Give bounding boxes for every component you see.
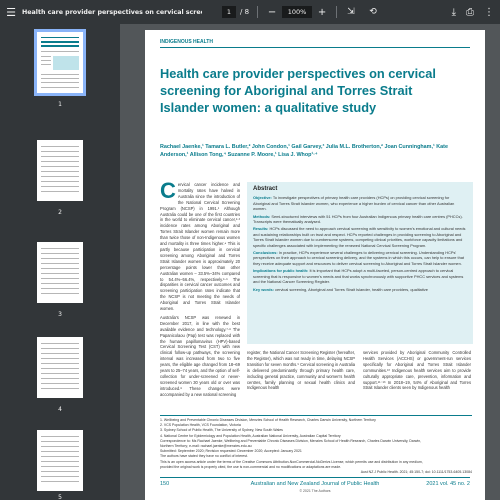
page-number-input[interactable]: 1	[222, 6, 236, 18]
drop-cap: C	[160, 182, 176, 203]
page-total: / 8	[240, 8, 250, 16]
abstract-results-label: Results:	[253, 226, 269, 232]
download-icon[interactable]: ⤓	[452, 7, 456, 18]
abstract-heading: Abstract	[253, 186, 278, 192]
more-vert-icon[interactable]: ⋮	[484, 7, 494, 18]
print-icon[interactable]: ⎙	[466, 7, 474, 18]
abstract-objective-label: Objective:	[253, 195, 272, 201]
abstract-box: Abstract Objective: To investigate persp…	[247, 182, 473, 344]
page-thumbnail-4[interactable]	[37, 337, 83, 398]
abstract-methods: Semi-structured interviews with 51 HCPs …	[253, 213, 463, 225]
thumbnail-label: 1	[58, 101, 62, 108]
copyright: © 2021 The Authors	[299, 489, 331, 493]
abstract-implications-label: Implications for public health:	[253, 268, 309, 274]
page-indicator: 1 / 8	[222, 6, 249, 18]
abstract-methods-label: Methods:	[253, 213, 271, 219]
zoom-in-button[interactable]: +	[316, 7, 328, 18]
body-paragraph: Australia's NCSP was renewed in December…	[160, 314, 240, 397]
page-thumbnail-1[interactable]	[34, 29, 86, 96]
footnotes: 1. Wellbeing and Preventable Chronic Dis…	[160, 415, 472, 475]
abstract-conclusions: In practice, HCPs experience several cha…	[253, 250, 464, 266]
thumbnail-label: 5	[58, 494, 62, 500]
footer-rule	[160, 477, 470, 478]
thumbnail-sidebar: 1 2 3 4 5	[0, 24, 120, 500]
page-thumbnail-2[interactable]	[37, 140, 83, 201]
abstract-conclusions-label: Conclusions:	[253, 250, 278, 256]
toolbar-divider	[257, 6, 259, 18]
rotate-icon[interactable]: ⟲	[367, 7, 379, 17]
body-column-2: register, the National Cancer Screening …	[247, 350, 355, 412]
body-column-3: services provided by Aboriginal Communit…	[363, 350, 471, 412]
zoom-level-input[interactable]: 100%	[282, 6, 313, 18]
body-paragraph: services provided by Aboriginal Communit…	[363, 350, 471, 391]
zoom-out-button[interactable]: −	[266, 7, 278, 18]
body-column-1: C ervical cancer incidence and mortality…	[160, 182, 240, 412]
body-paragraph: register, the National Cancer Screening …	[247, 350, 355, 391]
toolbar-divider	[336, 6, 338, 18]
abstract-keywords: cervical screening, Aboriginal and Torre…	[275, 286, 428, 292]
page-thumbnail-3[interactable]	[37, 242, 83, 303]
citation: Aust NZ J Public Health. 2021; 45:150-7;…	[360, 470, 472, 475]
page-thumbnail-5[interactable]	[37, 430, 83, 491]
article-title: Health care provider perspectives on cer…	[160, 66, 436, 115]
journal-name: Australian and New Zealand Journal of Pu…	[250, 481, 380, 487]
document-title: Health care provider perspectives on cer…	[22, 8, 202, 16]
author-list: Rachael Jaenke,¹ Tamara L. Butler,² John…	[160, 144, 448, 158]
pdf-page: INDIGENOUS HEALTH Health care provider p…	[145, 30, 485, 500]
menu-icon[interactable]: ☰	[0, 0, 22, 24]
thumbnail-label: 2	[58, 209, 62, 216]
pdf-toolbar: ☰ Health care provider perspectives on c…	[0, 0, 500, 24]
section-rule	[160, 47, 470, 48]
section-label: INDIGENOUS HEALTH	[160, 39, 213, 45]
abstract-results: HCPs discussed the need to approach cerv…	[253, 226, 466, 248]
thumbnail-label: 4	[58, 406, 62, 413]
fit-page-icon[interactable]: ⇲	[345, 7, 357, 17]
thumbnail-label: 3	[58, 311, 62, 318]
abstract-objective: To investigate perspectives of primary h…	[253, 195, 455, 212]
abstract-keywords-label: Key words:	[253, 286, 274, 292]
journal-issue: 2021 vol. 45 no. 2	[426, 481, 470, 487]
